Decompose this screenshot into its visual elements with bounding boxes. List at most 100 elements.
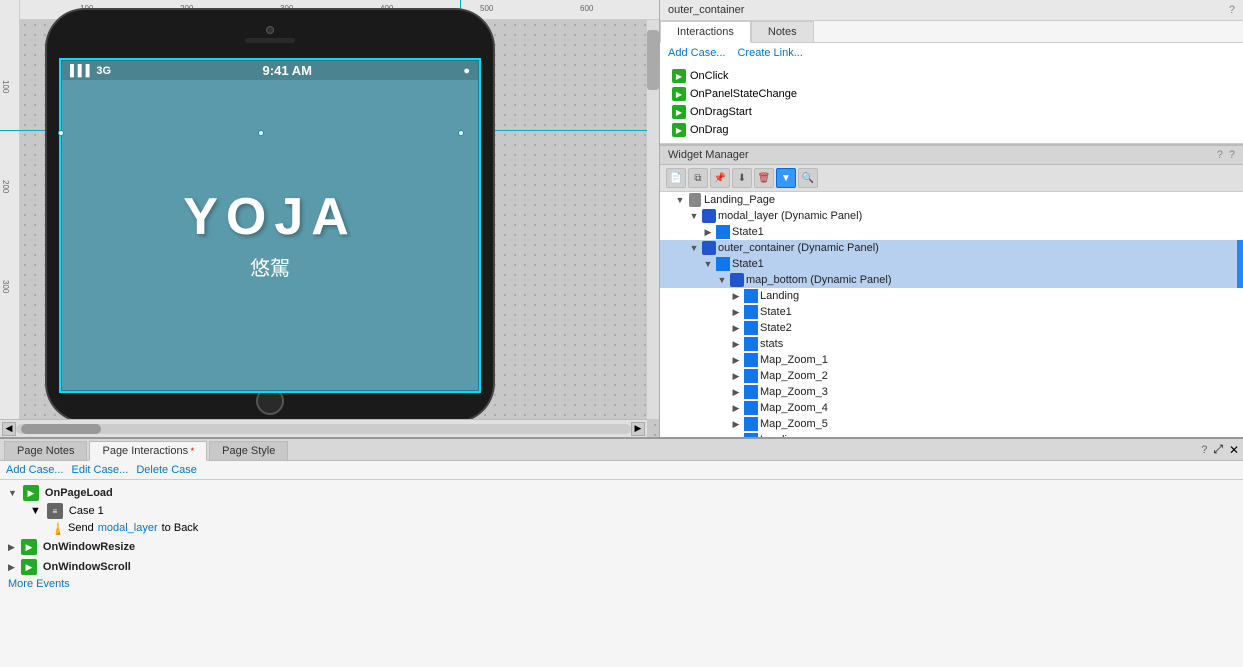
toggle-map-zoom-1[interactable]: ▶: [730, 354, 742, 366]
wm-btn-copy[interactable]: ⧉: [688, 168, 708, 188]
tree-label-map-zoom-1: Map_Zoom_1: [760, 354, 828, 366]
outer-container-dp-icon: [702, 241, 716, 255]
toggle-state2-sub[interactable]: ▶: [730, 322, 742, 334]
outer-state1-stripe: [1237, 256, 1243, 272]
tree-item-stats[interactable]: ▶ stats: [660, 336, 1243, 352]
tree-row-map-zoom-1: ▶ Map_Zoom_1: [660, 352, 1243, 368]
tree-item-loading[interactable]: ▶ Loading: [660, 432, 1243, 437]
tree-row-map-zoom-5: ▶ Map_Zoom_5: [660, 416, 1243, 432]
onwindowscroll-toggle[interactable]: ▶: [8, 562, 15, 573]
wm-btn-filter[interactable]: ▼: [776, 168, 796, 188]
wm-btn-page[interactable]: 📄: [666, 168, 686, 188]
tree-item-map-bottom[interactable]: ▼ map_bottom (Dynamic Panel): [660, 272, 1243, 288]
tree-item-state2-sub[interactable]: ▶ State2: [660, 320, 1243, 336]
event-onclick: ▶ OnClick: [668, 67, 1235, 85]
selection-handle-tl[interactable]: [58, 130, 64, 136]
tab-page-style[interactable]: Page Style: [209, 441, 288, 460]
add-case-link-top[interactable]: Add Case...: [668, 47, 725, 59]
phone-home-button[interactable]: [256, 387, 284, 415]
tree-row-outer-container: ▼ outer_container (Dynamic Panel): [660, 240, 1243, 256]
selection-handle-tr[interactable]: [458, 130, 464, 136]
state2-sub-icon: [744, 321, 758, 335]
edit-case-link[interactable]: Edit Case...: [71, 464, 128, 476]
tree-item-landing[interactable]: ▶ Landing: [660, 288, 1243, 304]
tree-item-map-zoom-5[interactable]: ▶ Map_Zoom_5: [660, 416, 1243, 432]
more-events-link[interactable]: More Events: [8, 576, 1235, 592]
interactions-help-icon[interactable]: ?: [1229, 4, 1235, 16]
tree-row-map-zoom-3: ▶ Map_Zoom_3: [660, 384, 1243, 400]
phone-time: 9:41 AM: [263, 63, 312, 78]
wm-help-icon-1[interactable]: ?: [1217, 149, 1223, 161]
tree-row-state1-sub: ▶ State1: [660, 304, 1243, 320]
toggle-outer-state1[interactable]: ▼: [702, 258, 714, 270]
toggle-state1-sub[interactable]: ▶: [730, 306, 742, 318]
scroll-left-btn[interactable]: ◀: [2, 422, 16, 436]
tab-notes[interactable]: Notes: [751, 21, 814, 42]
main-area: 100 200 300 400 500 600 100 200 300: [0, 0, 1243, 437]
toggle-landing-page[interactable]: ▼: [674, 194, 686, 206]
tree-item-map-zoom-2[interactable]: ▶ Map_Zoom_2: [660, 368, 1243, 384]
toggle-map-zoom-2[interactable]: ▶: [730, 370, 742, 382]
canvas-vscrollbar-thumb[interactable]: [647, 30, 659, 90]
create-link-link[interactable]: Create Link...: [737, 47, 802, 59]
scroll-right-btn[interactable]: ▶: [631, 422, 645, 436]
hscroll-thumb[interactable]: [21, 424, 101, 434]
tree-row-stats: ▶ stats: [660, 336, 1243, 352]
toggle-map-zoom-4[interactable]: ▶: [730, 402, 742, 414]
toggle-landing[interactable]: ▶: [730, 290, 742, 302]
canvas-hscrollbar[interactable]: ◀ ▶: [0, 419, 647, 437]
ruler-mark-600: 600: [580, 4, 593, 13]
tree-item-map-zoom-1[interactable]: ▶ Map_Zoom_1: [660, 352, 1243, 368]
event-onpanelstatechange: ▶ OnPanelStateChange: [668, 85, 1235, 103]
action-modal-layer-link[interactable]: modal_layer: [98, 522, 158, 534]
selection-handle-tc[interactable]: [258, 130, 264, 136]
toggle-map-zoom-3[interactable]: ▶: [730, 386, 742, 398]
hscroll-track: [16, 424, 631, 434]
toggle-map-bottom[interactable]: ▼: [716, 274, 728, 286]
event-onclick-label: OnClick: [690, 70, 729, 82]
tree-item-outer-container[interactable]: ▼ outer_container (Dynamic Panel): [660, 240, 1243, 256]
tab-page-interactions[interactable]: Page Interactions *: [89, 441, 207, 461]
wm-btn-down[interactable]: ⬇: [732, 168, 752, 188]
bottom-panel: Page Notes Page Interactions * Page Styl…: [0, 437, 1243, 667]
tree-row-modal-layer: ▼ modal_layer (Dynamic Panel): [660, 208, 1243, 224]
tree-item-modal-state1[interactable]: ▶ State1: [660, 224, 1243, 240]
bottom-panel-close[interactable]: ✕: [1229, 443, 1239, 457]
toggle-modal-layer[interactable]: ▼: [688, 210, 700, 222]
tree-item-map-zoom-4[interactable]: ▶ Map_Zoom_4: [660, 400, 1243, 416]
action-row-send: ⚡ Send modal_layer to Back: [8, 520, 1235, 536]
tree-label-modal-layer: modal_layer (Dynamic Panel): [718, 210, 862, 222]
phone-camera: [266, 26, 274, 34]
tree-item-outer-state1[interactable]: ▼ State1: [660, 256, 1243, 272]
delete-case-link[interactable]: Delete Case: [136, 464, 197, 476]
tree-item-state1-sub[interactable]: ▶ State1: [660, 304, 1243, 320]
tree-item-map-zoom-3[interactable]: ▶ Map_Zoom_3: [660, 384, 1243, 400]
toggle-outer-container[interactable]: ▼: [688, 242, 700, 254]
wm-help-icon-2[interactable]: ?: [1229, 149, 1235, 161]
tab-interactions[interactable]: Interactions: [660, 21, 751, 43]
bottom-panel-help[interactable]: ?: [1201, 444, 1207, 456]
tree-row-landing: ▶ Landing: [660, 288, 1243, 304]
toggle-modal-state1[interactable]: ▶: [702, 226, 714, 238]
tree-label-outer-container: outer_container (Dynamic Panel): [718, 242, 879, 254]
wm-btn-pin[interactable]: 📌: [710, 168, 730, 188]
wm-btn-delete[interactable]: 🗑: [754, 168, 774, 188]
bottom-panel-expand[interactable]: ⤢: [1213, 442, 1223, 457]
tree-label-map-zoom-2: Map_Zoom_2: [760, 370, 828, 382]
wm-btn-search[interactable]: 🔍: [798, 168, 818, 188]
onwindowresize-toggle[interactable]: ▶: [8, 542, 15, 553]
onpageload-toggle[interactable]: ▼: [8, 488, 17, 498]
add-case-link-bottom[interactable]: Add Case...: [6, 464, 63, 476]
tab-page-notes[interactable]: Page Notes: [4, 441, 87, 460]
wm-tree: ▼ Landing_Page ▼ modal_layer (Dynamic Pa…: [660, 192, 1243, 437]
toggle-map-zoom-5[interactable]: ▶: [730, 418, 742, 430]
canvas-vscrollbar[interactable]: [647, 20, 659, 419]
onwindowresize-label: OnWindowResize: [43, 541, 135, 553]
tree-item-landing-page[interactable]: ▼ Landing_Page: [660, 192, 1243, 208]
event-onpanelstatechange-label: OnPanelStateChange: [690, 88, 797, 100]
phone-signal: ▌▌▌ 3G: [70, 65, 111, 77]
case1-toggle[interactable]: ▼: [30, 505, 41, 517]
toggle-stats[interactable]: ▶: [730, 338, 742, 350]
tree-item-modal-layer[interactable]: ▼ modal_layer (Dynamic Panel): [660, 208, 1243, 224]
event-ondrag-label: OnDrag: [690, 124, 729, 136]
